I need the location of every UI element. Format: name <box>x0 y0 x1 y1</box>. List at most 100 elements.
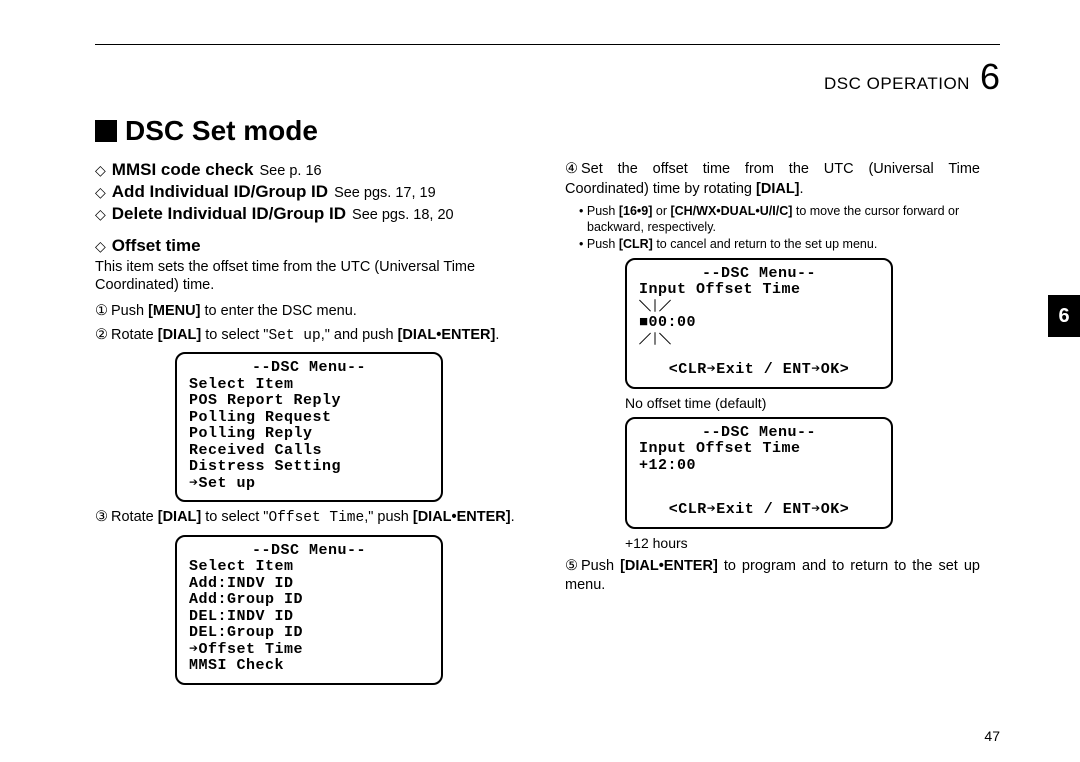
step-text: Push <box>581 558 620 574</box>
menu-item: Offset Time <box>268 510 364 526</box>
lcd-screen-4: --DSC Menu-- Input Offset Time +12:00 <C… <box>625 417 893 529</box>
menu-item: Set up <box>268 328 320 344</box>
title-bullet-icon <box>95 120 117 142</box>
lcd-line: POS Report Reply <box>189 393 429 410</box>
subhead-label: Add Individual ID/Group ID <box>112 182 328 202</box>
page-title: DSC Set mode <box>95 115 318 147</box>
page-number: 47 <box>984 728 1000 744</box>
left-column: ◇ MMSI code check See p. 16 ◇ Add Indivi… <box>95 160 545 691</box>
lcd-line: Input Offset Time <box>639 441 879 458</box>
step-text: . <box>511 509 515 525</box>
lcd-line: Select Item <box>189 377 429 394</box>
bullet-text: Push <box>587 204 619 218</box>
see-ref: See p. 16 <box>260 163 322 179</box>
subhead-label: Offset time <box>112 236 201 256</box>
step-text: . <box>495 327 499 343</box>
lcd-line: Add:INDV ID <box>189 576 429 593</box>
lcd-caption: +12 hours <box>625 535 980 551</box>
blink-icon: ／｜＼ <box>639 333 669 347</box>
subhead-del-id: ◇ Delete Individual ID/Group ID See pgs.… <box>95 204 545 224</box>
lcd-line: DEL:INDV ID <box>189 609 429 626</box>
chapter-tab: 6 <box>1048 295 1080 337</box>
key-label: [DIAL•ENTER] <box>398 327 496 343</box>
lcd-line: --DSC Menu-- <box>189 360 429 377</box>
right-column: ④Set the offset time from the UTC (Unive… <box>565 160 980 600</box>
sub-bullet: • Push [16•9] or [CH/WX•DUAL•U/I/C] to m… <box>579 203 980 236</box>
see-ref: See pgs. 17, 19 <box>334 185 436 201</box>
step-text: to enter the DSC menu. <box>200 303 356 319</box>
lcd-screen-3: --DSC Menu-- Input Offset Time ＼｜／ ■00:0… <box>625 258 893 389</box>
section-label: DSC OPERATION <box>824 74 970 94</box>
key-label: [DIAL] <box>158 327 202 343</box>
diamond-icon: ◇ <box>95 162 106 179</box>
key-label: [MENU] <box>148 303 200 319</box>
step-text: . <box>800 181 804 197</box>
lcd-line: MMSI Check <box>189 658 429 675</box>
key-label: [DIAL] <box>158 509 202 525</box>
step-text: to select " <box>201 327 268 343</box>
see-ref: See pgs. 18, 20 <box>352 207 454 223</box>
step-text: Rotate <box>111 509 158 525</box>
subhead-label: Delete Individual ID/Group ID <box>112 204 346 224</box>
lcd-line: ➔Set up <box>189 476 429 493</box>
lcd-line: Add:Group ID <box>189 592 429 609</box>
step-text: to select " <box>201 509 268 525</box>
lcd-bottom-line: <CLR➔Exit / ENT➔OK> <box>639 502 879 519</box>
step-number-icon: ③ <box>95 508 111 528</box>
lcd-line-cursor: ＼｜／ ■00:00 ／｜＼ <box>639 299 879 349</box>
lcd-screen-2: --DSC Menu-- Select Item Add:INDV ID Add… <box>175 535 443 685</box>
step-number-icon: ① <box>95 302 111 322</box>
bullet-text: to cancel and return to the set up menu. <box>653 237 877 251</box>
lcd-screen-1: --DSC Menu-- Select Item POS Report Repl… <box>175 352 443 502</box>
subhead-mmsi: ◇ MMSI code check See p. 16 <box>95 160 545 180</box>
step-text: Rotate <box>111 327 158 343</box>
step-number-icon: ② <box>95 326 111 346</box>
diamond-icon: ◇ <box>95 206 106 223</box>
lcd-line: Polling Reply <box>189 426 429 443</box>
lcd-line: +12:00 <box>639 458 879 475</box>
step-2: ②Rotate [DIAL] to select "Set up," and p… <box>95 326 545 347</box>
lcd-line: Select Item <box>189 559 429 576</box>
diamond-icon: ◇ <box>95 184 106 201</box>
lcd-bottom-line: <CLR➔Exit / ENT➔OK> <box>639 362 879 379</box>
subhead-add-id: ◇ Add Individual ID/Group ID See pgs. 17… <box>95 182 545 202</box>
key-label: [DIAL•ENTER] <box>620 558 718 574</box>
key-label: [16•9] <box>619 204 653 218</box>
lcd-line: DEL:Group ID <box>189 625 429 642</box>
lcd-value: ■00:00 <box>639 314 696 331</box>
lcd-line: --DSC Menu-- <box>189 543 429 560</box>
step-1: ①Push [MENU] to enter the DSC menu. <box>95 302 545 322</box>
step-text: Push <box>111 303 148 319</box>
step-text: ," push <box>364 509 413 525</box>
key-label: [CH/WX•DUAL•U/I/C] <box>670 204 792 218</box>
subhead-offset: ◇ Offset time <box>95 236 545 256</box>
lcd-line: Input Offset Time <box>639 282 879 299</box>
lcd-line: Distress Setting <box>189 459 429 476</box>
lcd-line: Polling Request <box>189 410 429 427</box>
diamond-icon: ◇ <box>95 238 106 255</box>
step-number-icon: ⑤ <box>565 557 581 577</box>
bullet-text: Push <box>587 237 619 251</box>
step-3: ③Rotate [DIAL] to select "Offset Time," … <box>95 508 545 529</box>
chapter-number: 6 <box>980 56 1000 98</box>
bullet-text: or <box>652 204 670 218</box>
offset-description: This item sets the offset time from the … <box>95 258 545 294</box>
lcd-line: --DSC Menu-- <box>639 425 879 442</box>
blink-icon: ＼｜／ <box>639 300 669 314</box>
lcd-line: Received Calls <box>189 443 429 460</box>
title-text: DSC Set mode <box>125 115 318 147</box>
subhead-label: MMSI code check <box>112 160 254 180</box>
page-header: DSC OPERATION 6 <box>824 56 1000 98</box>
step-text: ," and push <box>321 327 398 343</box>
key-label: [DIAL•ENTER] <box>413 509 511 525</box>
key-label: [CLR] <box>619 237 653 251</box>
step-5: ⑤Push [DIAL•ENTER] to program and to ret… <box>565 557 980 596</box>
lcd-caption: No offset time (default) <box>625 395 980 411</box>
key-label: [DIAL] <box>756 181 800 197</box>
step-number-icon: ④ <box>565 160 581 180</box>
lcd-line: ➔Offset Time <box>189 642 429 659</box>
lcd-line: --DSC Menu-- <box>639 266 879 283</box>
top-rule <box>95 44 1000 45</box>
sub-bullet: • Push [CLR] to cancel and return to the… <box>579 236 980 252</box>
step-4: ④Set the offset time from the UTC (Unive… <box>565 160 980 199</box>
